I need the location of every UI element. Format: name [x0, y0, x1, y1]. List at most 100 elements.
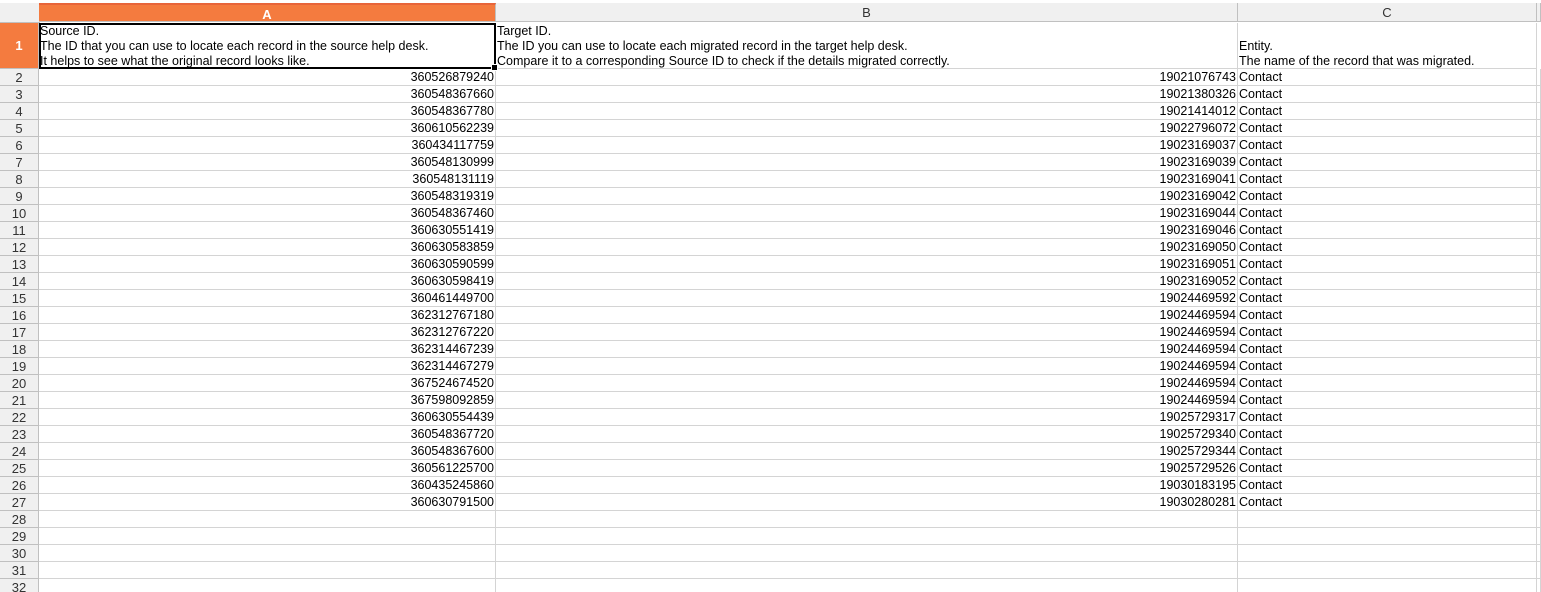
- source-id-cell[interactable]: [39, 528, 496, 545]
- column-d-cell[interactable]: [1537, 188, 1541, 205]
- target-id-cell[interactable]: 19023169042: [496, 188, 1238, 205]
- column-d-cell[interactable]: [1537, 205, 1541, 222]
- target-id-cell[interactable]: 19024469592: [496, 290, 1238, 307]
- entity-cell[interactable]: Contact: [1238, 222, 1537, 239]
- column-d-cell[interactable]: [1537, 256, 1541, 273]
- target-id-cell[interactable]: 19024469594: [496, 324, 1238, 341]
- entity-cell[interactable]: Contact: [1238, 188, 1537, 205]
- row-number[interactable]: 20: [0, 375, 39, 392]
- source-id-cell[interactable]: [39, 579, 496, 592]
- column-d-cell[interactable]: [1537, 239, 1541, 256]
- cell-b1[interactable]: Target ID. The ID you can use to locate …: [496, 23, 1238, 69]
- target-id-cell[interactable]: 19021414012: [496, 103, 1238, 120]
- entity-cell[interactable]: Contact: [1238, 171, 1537, 188]
- target-id-cell[interactable]: 19025729526: [496, 460, 1238, 477]
- source-id-cell[interactable]: 362312767180: [39, 307, 496, 324]
- entity-cell[interactable]: Contact: [1238, 103, 1537, 120]
- column-d-cell[interactable]: [1537, 358, 1541, 375]
- entity-cell[interactable]: Contact: [1238, 358, 1537, 375]
- target-id-cell[interactable]: 19024469594: [496, 307, 1238, 324]
- target-id-cell[interactable]: 19023169037: [496, 137, 1238, 154]
- source-id-cell[interactable]: 360630791500: [39, 494, 496, 511]
- target-id-cell[interactable]: 19024469594: [496, 341, 1238, 358]
- column-d-cell[interactable]: [1537, 290, 1541, 307]
- source-id-cell[interactable]: 360561225700: [39, 460, 496, 477]
- entity-cell[interactable]: [1238, 545, 1537, 562]
- row-number[interactable]: 29: [0, 528, 39, 545]
- column-header-c[interactable]: C: [1238, 3, 1537, 22]
- target-id-cell[interactable]: [496, 562, 1238, 579]
- target-id-cell[interactable]: 19023169044: [496, 205, 1238, 222]
- source-id-cell[interactable]: 360630554439: [39, 409, 496, 426]
- entity-cell[interactable]: Contact: [1238, 239, 1537, 256]
- source-id-cell[interactable]: 360548319319: [39, 188, 496, 205]
- column-d-cell[interactable]: [1537, 154, 1541, 171]
- entity-cell[interactable]: Contact: [1238, 205, 1537, 222]
- row-number[interactable]: 17: [0, 324, 39, 341]
- entity-cell[interactable]: Contact: [1238, 120, 1537, 137]
- target-id-cell[interactable]: [496, 545, 1238, 562]
- target-id-cell[interactable]: 19030183195: [496, 477, 1238, 494]
- source-id-cell[interactable]: 360526879240: [39, 69, 496, 86]
- row-number[interactable]: 25: [0, 460, 39, 477]
- source-id-cell[interactable]: 360435245860: [39, 477, 496, 494]
- target-id-cell[interactable]: 19023169050: [496, 239, 1238, 256]
- entity-cell[interactable]: [1238, 562, 1537, 579]
- entity-cell[interactable]: [1238, 528, 1537, 545]
- entity-cell[interactable]: Contact: [1238, 137, 1537, 154]
- source-id-cell[interactable]: [39, 511, 496, 528]
- entity-cell[interactable]: Contact: [1238, 290, 1537, 307]
- row-number[interactable]: 2: [0, 69, 39, 86]
- row-number[interactable]: 30: [0, 545, 39, 562]
- target-id-cell[interactable]: 19025729344: [496, 443, 1238, 460]
- source-id-cell[interactable]: 360630551419: [39, 222, 496, 239]
- cell-a1[interactable]: Source ID. The ID that you can use to lo…: [39, 23, 496, 69]
- column-d-cell[interactable]: [1537, 273, 1541, 290]
- spreadsheet-grid[interactable]: A B C 1 Source ID. The ID that you can u…: [0, 0, 1541, 592]
- row-number[interactable]: 21: [0, 392, 39, 409]
- target-id-cell[interactable]: [496, 579, 1238, 592]
- column-d-cell[interactable]: [1537, 477, 1541, 494]
- entity-cell[interactable]: Contact: [1238, 477, 1537, 494]
- source-id-cell[interactable]: 362314467279: [39, 358, 496, 375]
- row-number[interactable]: 13: [0, 256, 39, 273]
- entity-cell[interactable]: Contact: [1238, 307, 1537, 324]
- target-id-cell[interactable]: [496, 528, 1238, 545]
- row-number[interactable]: 24: [0, 443, 39, 460]
- target-id-cell[interactable]: 19023169041: [496, 171, 1238, 188]
- target-id-cell[interactable]: 19024469594: [496, 392, 1238, 409]
- column-d-cell[interactable]: [1537, 307, 1541, 324]
- entity-cell[interactable]: Contact: [1238, 409, 1537, 426]
- row-number[interactable]: 22: [0, 409, 39, 426]
- source-id-cell[interactable]: 360548367600: [39, 443, 496, 460]
- column-d-cell[interactable]: [1537, 528, 1541, 545]
- source-id-cell[interactable]: 360548131119: [39, 171, 496, 188]
- entity-cell[interactable]: Contact: [1238, 426, 1537, 443]
- row-number[interactable]: 14: [0, 273, 39, 290]
- target-id-cell[interactable]: 19023169052: [496, 273, 1238, 290]
- column-d-cell[interactable]: [1537, 494, 1541, 511]
- source-id-cell[interactable]: [39, 545, 496, 562]
- source-id-cell[interactable]: 360548367460: [39, 205, 496, 222]
- source-id-cell[interactable]: 360548130999: [39, 154, 496, 171]
- target-id-cell[interactable]: 19025729340: [496, 426, 1238, 443]
- row-number[interactable]: 15: [0, 290, 39, 307]
- target-id-cell[interactable]: 19023169051: [496, 256, 1238, 273]
- column-d-cell[interactable]: [1537, 341, 1541, 358]
- column-d-cell[interactable]: [1537, 392, 1541, 409]
- target-id-cell[interactable]: 19024469594: [496, 358, 1238, 375]
- row-number[interactable]: 4: [0, 103, 39, 120]
- column-header-a[interactable]: A: [39, 3, 496, 22]
- entity-cell[interactable]: Contact: [1238, 324, 1537, 341]
- target-id-cell[interactable]: 19021380326: [496, 86, 1238, 103]
- source-id-cell[interactable]: 360548367660: [39, 86, 496, 103]
- column-d-cell[interactable]: [1537, 120, 1541, 137]
- source-id-cell[interactable]: [39, 562, 496, 579]
- column-d-cell[interactable]: [1537, 460, 1541, 477]
- source-id-cell[interactable]: 360630590599: [39, 256, 496, 273]
- row-number[interactable]: 27: [0, 494, 39, 511]
- entity-cell[interactable]: Contact: [1238, 154, 1537, 171]
- target-id-cell[interactable]: [496, 511, 1238, 528]
- target-id-cell[interactable]: 19023169039: [496, 154, 1238, 171]
- source-id-cell[interactable]: 360548367780: [39, 103, 496, 120]
